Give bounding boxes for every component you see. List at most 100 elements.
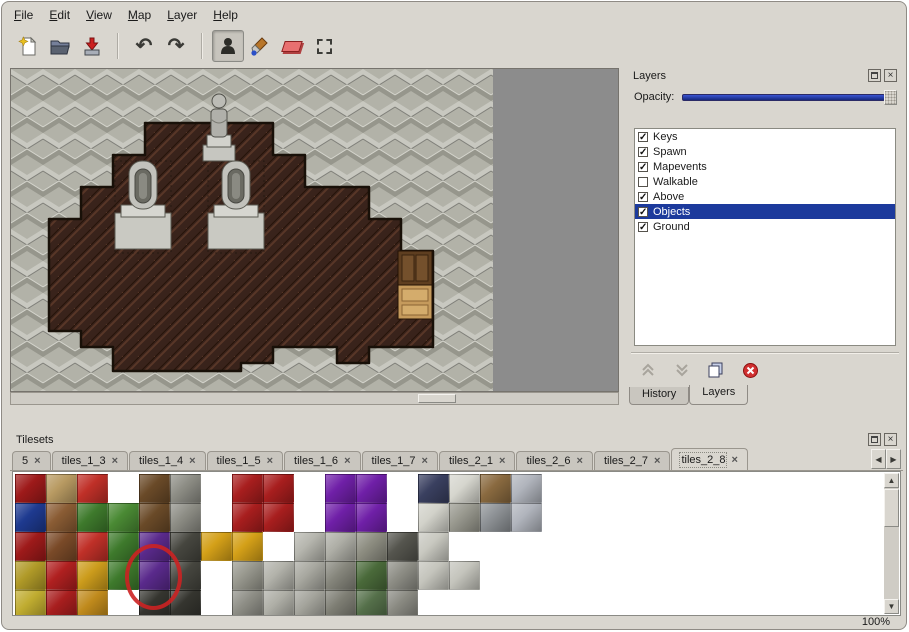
scrollbar-thumb[interactable] (884, 489, 899, 527)
tileset-tile[interactable] (263, 561, 294, 590)
menu-help[interactable]: Help (205, 6, 246, 24)
tileset-tile[interactable] (15, 590, 46, 616)
tileset-tile[interactable] (15, 532, 46, 561)
tileset-tab-tiles_1_5[interactable]: tiles_1_5× (207, 451, 283, 470)
tileset-tile[interactable] (170, 532, 201, 561)
tileset-tile[interactable] (356, 474, 387, 503)
menu-view[interactable]: View (78, 6, 120, 24)
scroll-down-icon[interactable]: ▼ (884, 599, 899, 614)
layer-row-ground[interactable]: ✓Ground (635, 219, 895, 234)
menu-file[interactable]: File (6, 6, 41, 24)
tileset-tile[interactable] (170, 590, 201, 616)
tileset-tab-tiles_2_1[interactable]: tiles_2_1× (439, 451, 515, 470)
tileset-tab-5[interactable]: 5× (12, 451, 51, 470)
tileset-tile[interactable] (418, 561, 449, 590)
eraser-tool-button[interactable] (276, 30, 308, 62)
stamp-tool-button[interactable] (212, 30, 244, 62)
tileset-tile[interactable] (170, 474, 201, 503)
tab-close-icon[interactable]: × (267, 456, 273, 466)
tileset-tile[interactable] (108, 503, 139, 532)
tileset-tile[interactable] (511, 503, 542, 532)
tileset-tab-tiles_1_6[interactable]: tiles_1_6× (284, 451, 360, 470)
layer-visibility-checkbox[interactable]: ✓ (638, 207, 648, 217)
opacity-slider[interactable] (682, 89, 897, 105)
tileset-tile[interactable] (263, 503, 294, 532)
tileset-tile[interactable] (46, 503, 77, 532)
tileset-tile[interactable] (77, 503, 108, 532)
layer-row-above[interactable]: ✓Above (635, 189, 895, 204)
tab-close-icon[interactable]: × (422, 456, 428, 466)
layer-visibility-checkbox[interactable]: ✓ (638, 222, 648, 232)
opacity-slider-handle[interactable] (884, 90, 897, 105)
tileset-tile[interactable] (449, 474, 480, 503)
tileset-tile[interactable] (294, 561, 325, 590)
close-panel-icon[interactable]: × (884, 69, 897, 82)
tileset-tile[interactable] (356, 532, 387, 561)
map-canvas[interactable] (11, 69, 493, 391)
tab-close-icon[interactable]: × (654, 456, 660, 466)
tileset-tile[interactable] (325, 590, 356, 616)
tileset-tile[interactable] (170, 561, 201, 590)
layer-row-spawn[interactable]: ✓Spawn (635, 144, 895, 159)
tab-close-icon[interactable]: × (731, 455, 737, 465)
layer-row-mapevents[interactable]: ✓Mapevents (635, 159, 895, 174)
save-button[interactable] (76, 30, 108, 62)
tileset-tile[interactable] (294, 532, 325, 561)
tileset-tile[interactable] (387, 561, 418, 590)
tab-close-icon[interactable]: × (577, 456, 583, 466)
tileset-tile[interactable] (139, 532, 170, 561)
float-panel-icon[interactable] (868, 69, 881, 82)
tileset-tile[interactable] (170, 503, 201, 532)
tileset-tile[interactable] (418, 503, 449, 532)
tileset-tile[interactable] (232, 532, 263, 561)
open-button[interactable] (44, 30, 76, 62)
tileset-tile[interactable] (232, 474, 263, 503)
tileset-tile[interactable] (15, 561, 46, 590)
layer-visibility-checkbox[interactable]: ✓ (638, 192, 648, 202)
tileset-tile[interactable] (511, 474, 542, 503)
layer-row-walkable[interactable]: Walkable (635, 174, 895, 189)
tileset-tile[interactable] (387, 590, 418, 616)
redo-button[interactable]: ↷ (160, 30, 192, 62)
tab-scroll-left-icon[interactable]: ◀ (871, 449, 886, 469)
float-panel-icon[interactable] (868, 433, 881, 446)
tileset-tile[interactable] (139, 474, 170, 503)
tab-close-icon[interactable]: × (344, 456, 350, 466)
delete-layer-button[interactable] (737, 358, 763, 382)
scrollbar-thumb[interactable] (418, 394, 456, 403)
layer-visibility-checkbox[interactable]: ✓ (638, 147, 648, 157)
layer-visibility-checkbox[interactable]: ✓ (638, 132, 648, 142)
tileset-tile[interactable] (325, 561, 356, 590)
tileset-tile[interactable] (77, 590, 108, 616)
scroll-up-icon[interactable]: ▲ (884, 473, 899, 488)
tileset-tile[interactable] (232, 503, 263, 532)
tileset-tab-tiles_1_4[interactable]: tiles_1_4× (129, 451, 205, 470)
tileset-tile[interactable] (77, 561, 108, 590)
tileset-tile[interactable] (46, 590, 77, 616)
layer-visibility-checkbox[interactable]: ✓ (638, 162, 648, 172)
tileset-tile[interactable] (77, 474, 108, 503)
tileset-tile[interactable] (480, 474, 511, 503)
tileset-tile[interactable] (449, 561, 480, 590)
raise-layer-button[interactable] (635, 358, 661, 382)
select-tool-button[interactable] (308, 30, 340, 62)
tileset-tile[interactable] (418, 532, 449, 561)
undo-button[interactable]: ↶ (128, 30, 160, 62)
tileset-tile[interactable] (325, 474, 356, 503)
layer-row-keys[interactable]: ✓Keys (635, 129, 895, 144)
tileset-tile[interactable] (46, 532, 77, 561)
tileset-tile[interactable] (139, 503, 170, 532)
tileset-tile[interactable] (15, 503, 46, 532)
tileset-tile[interactable] (232, 561, 263, 590)
tileset-tile[interactable] (356, 590, 387, 616)
tileset-tile[interactable] (15, 474, 46, 503)
tileset-tile[interactable] (263, 590, 294, 616)
tileset-tile[interactable] (418, 474, 449, 503)
tileset-tile[interactable] (201, 532, 232, 561)
new-file-button[interactable] (12, 30, 44, 62)
tileset-tab-tiles_2_7[interactable]: tiles_2_7× (594, 451, 670, 470)
tileset-tile[interactable] (294, 590, 325, 616)
tileset-tile[interactable] (108, 532, 139, 561)
tileset-tab-tiles_2_8[interactable]: tiles_2_8× (671, 448, 747, 470)
tab-close-icon[interactable]: × (34, 456, 40, 466)
